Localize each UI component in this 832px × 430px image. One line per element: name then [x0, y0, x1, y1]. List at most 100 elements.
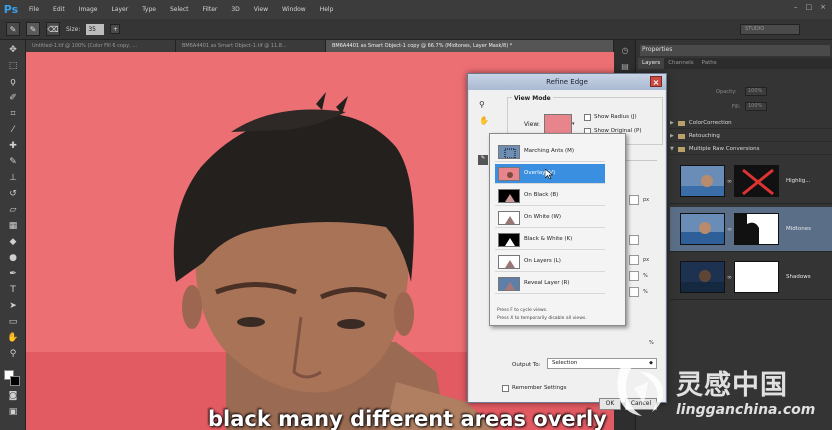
size-input[interactable]: 35	[86, 23, 105, 35]
minimize-icon[interactable]: –	[794, 3, 798, 11]
expand-arrow-icon[interactable]: ▼	[670, 146, 674, 152]
unit-label: px	[643, 197, 650, 203]
shape-tool-icon[interactable]: ▭	[6, 316, 20, 328]
radius-field[interactable]	[629, 195, 639, 205]
crop-tool-icon[interactable]: ⌗	[6, 108, 20, 120]
show-radius-label: Show Radius (J)	[594, 114, 637, 120]
stamp-tool-icon[interactable]: ⊥	[6, 172, 20, 184]
refine-radius-tool-icon[interactable]: ✎	[26, 22, 40, 36]
lasso-tool-icon[interactable]: ϙ	[6, 76, 20, 88]
menu-item-image[interactable]: Image	[72, 6, 105, 13]
size-stepper-icon[interactable]: +	[110, 24, 121, 34]
zoom-icon[interactable]: ⚲	[479, 100, 485, 109]
opacity-label: Opacity:	[716, 89, 737, 95]
quick-mask-icon[interactable]: ◙	[6, 390, 20, 402]
view-option-black[interactable]: On Black (B)	[495, 186, 605, 206]
pen-tool-icon[interactable]: ✒	[6, 268, 20, 280]
contrast-field[interactable]	[629, 271, 639, 281]
layers-panel-tabs: Layers Channels Paths	[638, 58, 832, 69]
menu-item-filter[interactable]: Filter	[196, 6, 225, 13]
layer-group-row[interactable]: ▶ ColorCorrection	[670, 118, 832, 129]
move-tool-icon[interactable]: ✥	[6, 44, 20, 56]
shift-edge-field[interactable]	[629, 287, 639, 297]
hand-icon[interactable]: ✋	[479, 116, 489, 125]
link-icon: ∞	[727, 274, 732, 281]
path-select-tool-icon[interactable]: ➤	[6, 300, 20, 312]
layer-row[interactable]: ∞ Highlig...	[670, 159, 832, 204]
view-option-label: On Layers (L)	[524, 258, 561, 264]
healing-tool-icon[interactable]: ✚	[6, 140, 20, 152]
expand-arrow-icon[interactable]: ▶	[670, 120, 674, 126]
eyedropper-tool-icon[interactable]: ⁄	[6, 124, 20, 136]
dropdown-arrow-icon[interactable]: ▾	[572, 121, 575, 127]
close-icon[interactable]: ×	[650, 76, 662, 87]
menu-item-view[interactable]: View	[247, 6, 275, 13]
view-option-layers[interactable]: On Layers (L)	[495, 252, 605, 272]
close-window-icon[interactable]: ×	[820, 3, 826, 11]
link-icon: ∞	[727, 226, 732, 233]
view-option-reveal[interactable]: Reveal Layer (R)	[495, 274, 605, 294]
erase-refinements-tool-icon[interactable]: ⌫	[46, 22, 60, 36]
view-option-thumbnail	[498, 233, 520, 247]
layer-row-selected[interactable]: ∞ Midtones	[670, 207, 832, 252]
remember-settings-checkbox[interactable]	[502, 385, 509, 392]
fill-input[interactable]: 100%	[745, 102, 767, 111]
mask-thumbnail[interactable]	[734, 261, 779, 293]
blur-tool-icon[interactable]: ◆	[6, 236, 20, 248]
history-panel-icon[interactable]: ◷	[619, 46, 631, 57]
type-tool-icon[interactable]: T	[6, 284, 20, 296]
photoshop-logo[interactable]: Ps	[0, 0, 22, 19]
document-tab[interactable]: Untitled-1.tif @ 100% (Color Fill 6 copy…	[26, 40, 176, 52]
menu-item-window[interactable]: Window	[275, 6, 313, 13]
menu-item-edit[interactable]: Edit	[46, 6, 72, 13]
view-note: Press F to cycle views.	[497, 308, 548, 313]
tab-paths[interactable]: Paths	[698, 58, 721, 69]
maximize-icon[interactable]: □	[806, 3, 813, 11]
background-color-swatch[interactable]	[10, 376, 20, 386]
view-option-white[interactable]: On White (W)	[495, 208, 605, 228]
layer-group-row[interactable]: ▼ Multiple Raw Conversions	[670, 144, 832, 155]
refine-radius-icon[interactable]: ✎	[478, 155, 488, 165]
properties-panel-icon[interactable]: ▤	[619, 62, 631, 73]
mask-thumbnail[interactable]	[734, 165, 779, 197]
view-mode-picker[interactable]	[544, 114, 572, 134]
expand-arrow-icon[interactable]: ▶	[670, 133, 674, 139]
folder-icon	[677, 120, 685, 126]
document-tab-active[interactable]: BM6A4401 as Smart Object-1 copy @ 66.7% …	[326, 40, 614, 52]
menu-item-help[interactable]: Help	[313, 6, 341, 13]
brush-tool-icon[interactable]: ✎	[6, 156, 20, 168]
eraser-tool-icon[interactable]: ▱	[6, 204, 20, 216]
opacity-input[interactable]: 100%	[745, 87, 767, 96]
brush-tool-preset-icon[interactable]: ✎	[6, 22, 20, 36]
layer-row[interactable]: ∞ Shadows	[670, 255, 832, 300]
dodge-tool-icon[interactable]: ●	[6, 252, 20, 264]
show-radius-checkbox[interactable]	[584, 114, 591, 121]
mask-thumbnail[interactable]	[734, 213, 779, 245]
menu-item-type[interactable]: Type	[135, 6, 163, 13]
feather-field[interactable]	[629, 255, 639, 265]
marquee-tool-icon[interactable]: ⬚	[6, 60, 20, 72]
hand-tool-icon[interactable]: ✋	[6, 332, 20, 344]
menu-item-layer[interactable]: Layer	[104, 6, 135, 13]
view-option-thumbnail	[498, 145, 520, 159]
layer-group-row[interactable]: ▶ Retouching	[670, 131, 832, 142]
zoom-tool-icon[interactable]: ⚲	[6, 348, 20, 360]
view-option-ants[interactable]: Marching Ants (M)	[495, 142, 605, 162]
unit-label: px	[643, 257, 650, 263]
view-option-bw[interactable]: Black & White (K)	[495, 230, 605, 250]
tab-layers[interactable]: Layers	[638, 58, 665, 69]
quick-select-tool-icon[interactable]: ✐	[6, 92, 20, 104]
history-brush-tool-icon[interactable]: ↺	[6, 188, 20, 200]
document-tab[interactable]: BM6A4401 as Smart Object-1.tif @ 11.8...	[176, 40, 326, 52]
view-option-thumbnail	[498, 189, 520, 203]
workspace-select[interactable]: STUDIO	[740, 24, 800, 35]
screen-mode-icon[interactable]: ▣	[6, 406, 20, 418]
menu-item-3d[interactable]: 3D	[224, 6, 246, 13]
watermark-text-en: lingganchina.com	[676, 402, 816, 418]
menu-item-file[interactable]: File	[22, 6, 46, 13]
menu-item-select[interactable]: Select	[163, 6, 196, 13]
gradient-tool-icon[interactable]: ▦	[6, 220, 20, 232]
tab-channels[interactable]: Channels	[664, 58, 697, 69]
smooth-field[interactable]	[629, 235, 639, 245]
group-label: Multiple Raw Conversions	[688, 146, 760, 152]
